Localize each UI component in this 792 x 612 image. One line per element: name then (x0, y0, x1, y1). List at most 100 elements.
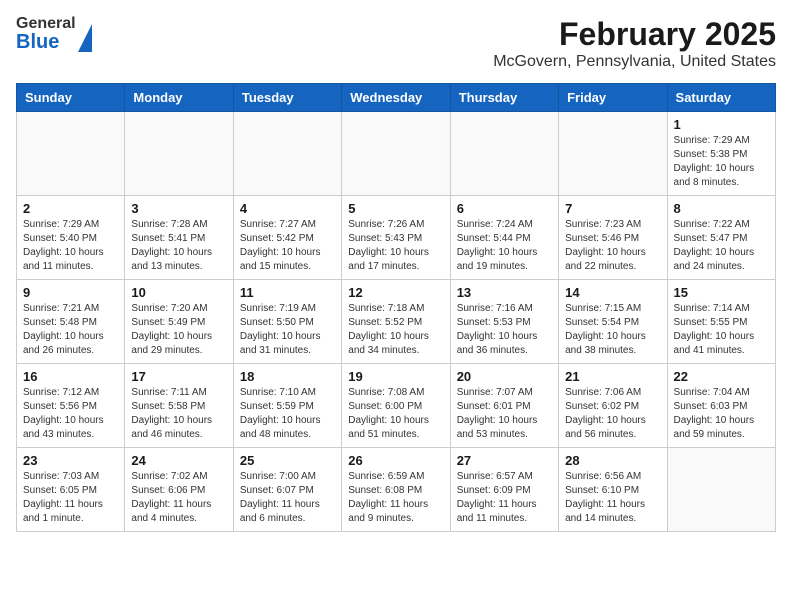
day-info: Sunrise: 7:20 AM Sunset: 5:49 PM Dayligh… (131, 302, 226, 358)
calendar-cell: 8Sunrise: 7:22 AM Sunset: 5:47 PM Daylig… (667, 196, 775, 280)
calendar-cell: 23 Sunrise: 7:03 AM Sunset: 6:05 PM Dayli… (17, 448, 125, 532)
calendar-cell (233, 112, 341, 196)
calendar-cell: 22 Sunrise: 7:04 AM Sunset: 6:03 PM Dayli… (667, 364, 775, 448)
day-number: 25 (240, 453, 335, 468)
day-number: 26 (348, 453, 443, 468)
calendar-cell: 5 Sunrise: 7:26 AM Sunset: 5:43 PM Daylig… (342, 196, 450, 280)
day-info: Sunrise: 7:26 AM Sunset: 5:43 PM Dayligh… (348, 218, 443, 274)
weekday-header-wednesday: Wednesday (342, 84, 450, 112)
weekday-header-thursday: Thursday (450, 84, 558, 112)
calendar-cell: 6 Sunrise: 7:24 AM Sunset: 5:44 PM Daylig… (450, 196, 558, 280)
calendar-cell: 14Sunrise: 7:15 AM Sunset: 5:54 PM Dayli… (559, 280, 667, 364)
calendar-header: SundayMondayTuesdayWednesdayThursdayFrid… (17, 84, 776, 112)
day-info: Sunrise: 7:16 AM Sunset: 5:53 PM Dayligh… (457, 302, 552, 358)
weekday-header-tuesday: Tuesday (233, 84, 341, 112)
day-number: 22 (674, 369, 769, 384)
logo-general-text: General (16, 16, 76, 32)
calendar-week-3: 16 Sunrise: 7:12 AM Sunset: 5:56 PM Dayli… (17, 364, 776, 448)
weekday-header-sunday: Sunday (17, 84, 125, 112)
day-info: Sunrise: 7:00 AM Sunset: 6:07 PM Dayligh… (240, 470, 335, 526)
day-info: Sunrise: 7:15 AM Sunset: 5:54 PM Dayligh… (565, 302, 660, 358)
day-number: 24 (131, 453, 226, 468)
day-number: 19 (348, 369, 443, 384)
calendar-cell (450, 112, 558, 196)
calendar-cell: 1Sunrise: 7:29 AM Sunset: 5:38 PM Daylig… (667, 112, 775, 196)
day-number: 10 (131, 285, 226, 300)
day-info: Sunrise: 7:04 AM Sunset: 6:03 PM Dayligh… (674, 386, 769, 442)
calendar-cell: 7 Sunrise: 7:23 AM Sunset: 5:46 PM Daylig… (559, 196, 667, 280)
day-info: Sunrise: 7:22 AM Sunset: 5:47 PM Dayligh… (674, 218, 769, 274)
day-number: 20 (457, 369, 552, 384)
calendar-cell (667, 448, 775, 532)
calendar-cell (559, 112, 667, 196)
day-number: 21 (565, 369, 660, 384)
day-number: 9 (23, 285, 118, 300)
calendar-cell: 17Sunrise: 7:11 AM Sunset: 5:58 PM Dayli… (125, 364, 233, 448)
calendar-cell (17, 112, 125, 196)
title-block: February 2025 McGovern, Pennsylvania, Un… (493, 16, 776, 71)
day-info: Sunrise: 7:23 AM Sunset: 5:46 PM Dayligh… (565, 218, 660, 274)
day-number: 3 (131, 201, 226, 216)
day-number: 4 (240, 201, 335, 216)
page-title: February 2025 (493, 16, 776, 53)
weekday-header-saturday: Saturday (667, 84, 775, 112)
day-info: Sunrise: 6:59 AM Sunset: 6:08 PM Dayligh… (348, 470, 443, 526)
day-number: 28 (565, 453, 660, 468)
calendar-cell: 10 Sunrise: 7:20 AM Sunset: 5:49 PM Dayli… (125, 280, 233, 364)
calendar-cell: 19 Sunrise: 7:08 AM Sunset: 6:00 PM Dayli… (342, 364, 450, 448)
weekday-header-friday: Friday (559, 84, 667, 112)
calendar-table: SundayMondayTuesdayWednesdayThursdayFrid… (16, 83, 776, 532)
calendar-cell (342, 112, 450, 196)
day-info: Sunrise: 7:28 AM Sunset: 5:41 PM Dayligh… (131, 218, 226, 274)
calendar-cell: 16 Sunrise: 7:12 AM Sunset: 5:56 PM Dayli… (17, 364, 125, 448)
page-header: General Blue February 2025 McGovern, Pen… (16, 16, 776, 71)
day-number: 15 (674, 285, 769, 300)
calendar-cell: 4 Sunrise: 7:27 AM Sunset: 5:42 PM Daylig… (233, 196, 341, 280)
day-info: Sunrise: 7:29 AM Sunset: 5:38 PM Dayligh… (674, 134, 769, 190)
day-info: Sunrise: 7:03 AM Sunset: 6:05 PM Dayligh… (23, 470, 118, 526)
weekday-row: SundayMondayTuesdayWednesdayThursdayFrid… (17, 84, 776, 112)
day-number: 23 (23, 453, 118, 468)
page-subtitle: McGovern, Pennsylvania, United States (493, 53, 776, 71)
day-info: Sunrise: 7:11 AM Sunset: 5:58 PM Dayligh… (131, 386, 226, 442)
day-info: Sunrise: 7:06 AM Sunset: 6:02 PM Dayligh… (565, 386, 660, 442)
logo-blue-text: Blue (16, 32, 76, 52)
day-info: Sunrise: 7:19 AM Sunset: 5:50 PM Dayligh… (240, 302, 335, 358)
calendar-week-4: 23 Sunrise: 7:03 AM Sunset: 6:05 PM Dayli… (17, 448, 776, 532)
logo-triangle-icon (78, 24, 92, 52)
calendar-cell: 24 Sunrise: 7:02 AM Sunset: 6:06 PM Dayli… (125, 448, 233, 532)
day-number: 5 (348, 201, 443, 216)
day-number: 16 (23, 369, 118, 384)
logo: General Blue (16, 16, 92, 52)
day-number: 6 (457, 201, 552, 216)
calendar-body: 1Sunrise: 7:29 AM Sunset: 5:38 PM Daylig… (17, 112, 776, 532)
calendar-cell: 18Sunrise: 7:10 AM Sunset: 5:59 PM Dayli… (233, 364, 341, 448)
calendar-cell: 26 Sunrise: 6:59 AM Sunset: 6:08 PM Dayli… (342, 448, 450, 532)
day-info: Sunrise: 7:24 AM Sunset: 5:44 PM Dayligh… (457, 218, 552, 274)
calendar-week-0: 1Sunrise: 7:29 AM Sunset: 5:38 PM Daylig… (17, 112, 776, 196)
day-info: Sunrise: 7:18 AM Sunset: 5:52 PM Dayligh… (348, 302, 443, 358)
calendar-week-2: 9Sunrise: 7:21 AM Sunset: 5:48 PM Daylig… (17, 280, 776, 364)
day-info: Sunrise: 6:57 AM Sunset: 6:09 PM Dayligh… (457, 470, 552, 526)
calendar-cell: 25 Sunrise: 7:00 AM Sunset: 6:07 PM Dayli… (233, 448, 341, 532)
day-number: 12 (348, 285, 443, 300)
calendar-cell: 2 Sunrise: 7:29 AM Sunset: 5:40 PM Daylig… (17, 196, 125, 280)
day-info: Sunrise: 7:27 AM Sunset: 5:42 PM Dayligh… (240, 218, 335, 274)
calendar-cell: 28Sunrise: 6:56 AM Sunset: 6:10 PM Dayli… (559, 448, 667, 532)
logo-text: General Blue (16, 16, 76, 52)
day-number: 27 (457, 453, 552, 468)
day-number: 7 (565, 201, 660, 216)
day-info: Sunrise: 7:29 AM Sunset: 5:40 PM Dayligh… (23, 218, 118, 274)
weekday-header-monday: Monday (125, 84, 233, 112)
day-info: Sunrise: 7:07 AM Sunset: 6:01 PM Dayligh… (457, 386, 552, 442)
calendar-cell: 11Sunrise: 7:19 AM Sunset: 5:50 PM Dayli… (233, 280, 341, 364)
calendar-cell: 9Sunrise: 7:21 AM Sunset: 5:48 PM Daylig… (17, 280, 125, 364)
calendar-cell: 21 Sunrise: 7:06 AM Sunset: 6:02 PM Dayli… (559, 364, 667, 448)
day-info: Sunrise: 7:14 AM Sunset: 5:55 PM Dayligh… (674, 302, 769, 358)
day-info: Sunrise: 7:08 AM Sunset: 6:00 PM Dayligh… (348, 386, 443, 442)
day-number: 2 (23, 201, 118, 216)
day-info: Sunrise: 7:02 AM Sunset: 6:06 PM Dayligh… (131, 470, 226, 526)
day-info: Sunrise: 7:12 AM Sunset: 5:56 PM Dayligh… (23, 386, 118, 442)
calendar-cell: 3 Sunrise: 7:28 AM Sunset: 5:41 PM Daylig… (125, 196, 233, 280)
calendar-week-1: 2 Sunrise: 7:29 AM Sunset: 5:40 PM Daylig… (17, 196, 776, 280)
